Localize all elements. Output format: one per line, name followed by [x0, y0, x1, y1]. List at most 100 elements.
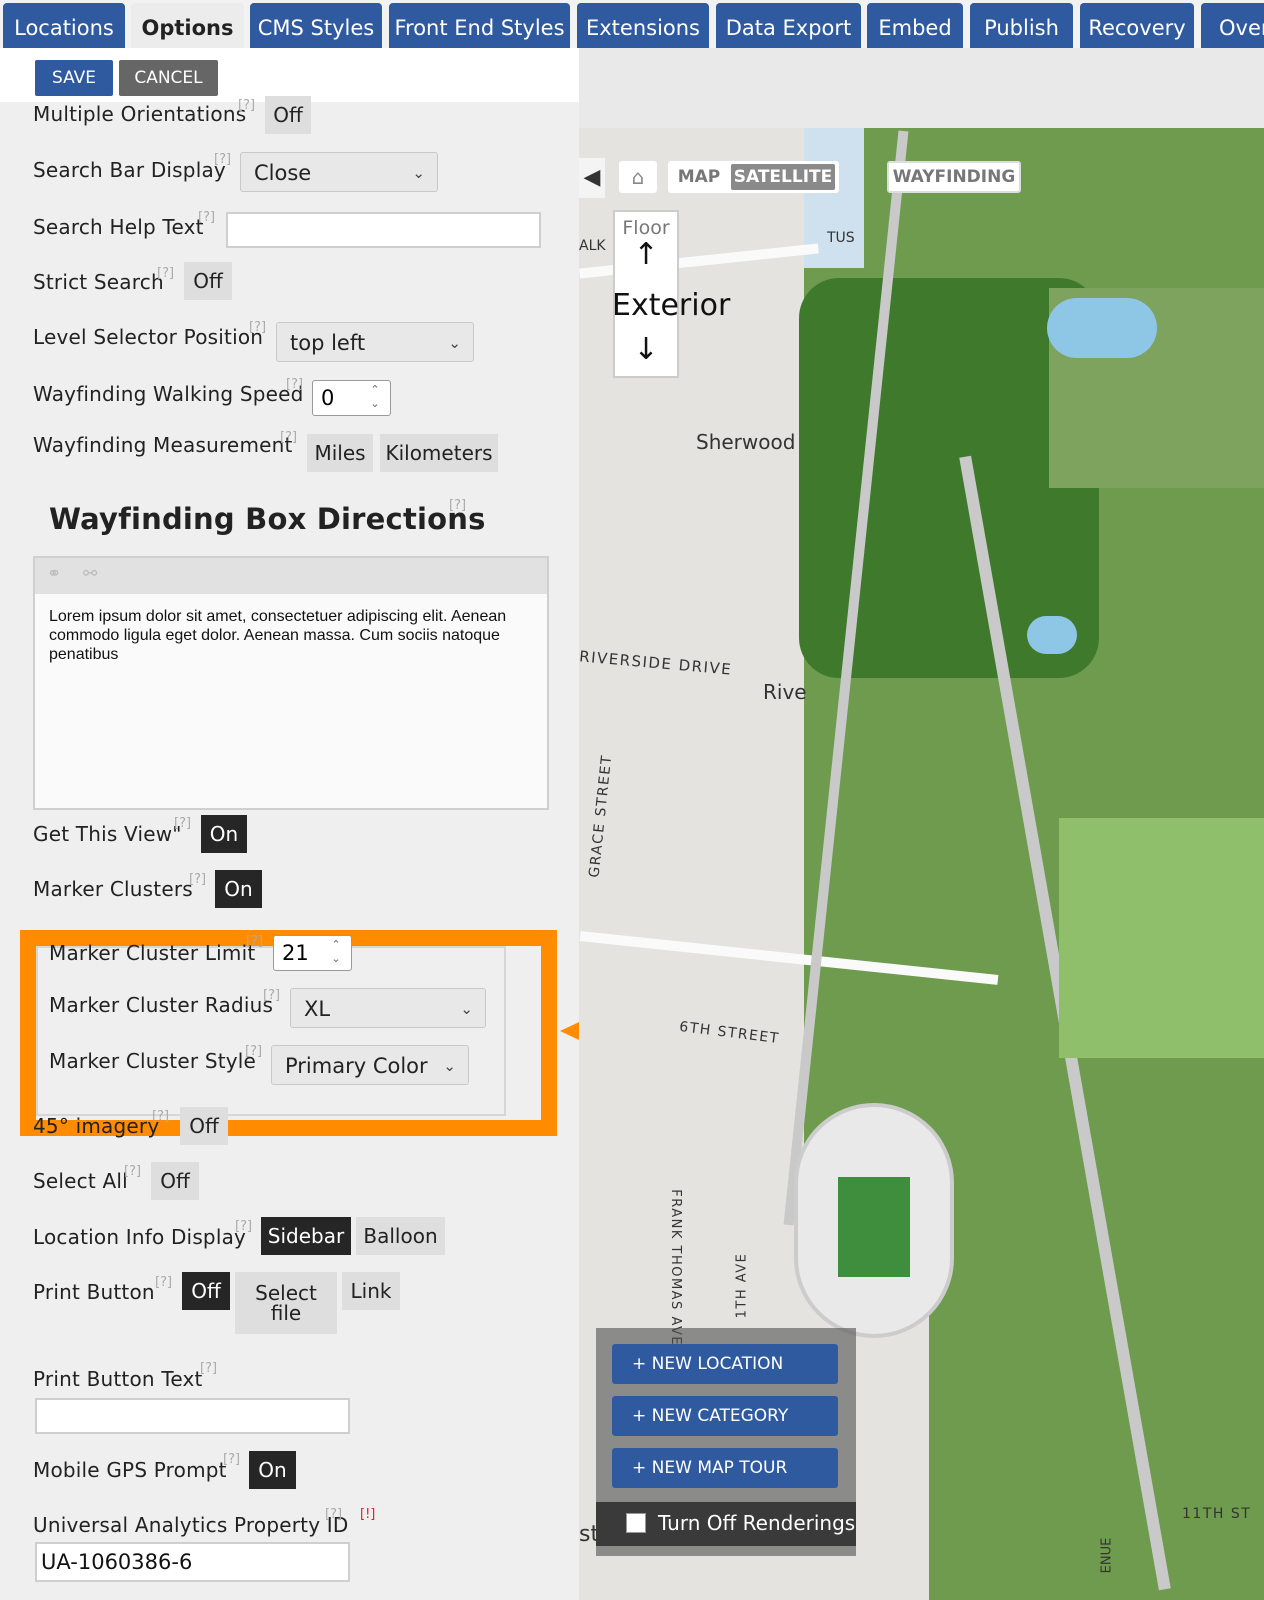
tab-publish[interactable]: Publish	[970, 3, 1073, 48]
save-button[interactable]: SAVE	[35, 60, 113, 96]
help-icon[interactable]: [?]	[174, 816, 191, 831]
multiple-orientations-label: Multiple Orientations	[33, 102, 247, 126]
multiple-orientations-toggle[interactable]: Off	[265, 96, 311, 134]
imagery-45-toggle[interactable]: Off	[180, 1107, 228, 1145]
tab-options[interactable]: Options	[131, 3, 244, 48]
floor-selector: Floor ↑ Exterior ↓	[612, 210, 730, 378]
strict-search-label: Strict Search	[33, 270, 164, 294]
help-icon[interactable]: [?]	[198, 210, 215, 225]
measurement-kilometers-button[interactable]: Kilometers	[380, 434, 498, 472]
box-directions-heading: Wayfinding Box Directions	[49, 502, 486, 536]
analytics-id-label: Universal Analytics Property ID	[33, 1513, 349, 1537]
help-icon[interactable]: [?]	[223, 1452, 240, 1467]
tab-embed[interactable]: Embed	[867, 3, 963, 48]
strict-search-toggle[interactable]: Off	[184, 262, 232, 300]
marker-cluster-limit-input[interactable]: 21 ⌃ ⌄	[273, 935, 352, 971]
tab-cms-styles[interactable]: CMS Styles	[250, 3, 382, 48]
tab-extensions[interactable]: Extensions	[577, 3, 709, 48]
help-icon[interactable]: [?]	[189, 872, 206, 887]
help-icon[interactable]: [?]	[155, 1275, 172, 1290]
renderings-row: Turn Off Renderings	[596, 1502, 856, 1546]
map-label-ave: 1TH AVE	[734, 1252, 750, 1319]
tab-overflow[interactable]: Over	[1201, 3, 1264, 48]
options-panel: SAVE CANCEL Multiple Orientations [?] Of…	[0, 48, 579, 1600]
stepper-icon[interactable]: ⌃ ⌄	[366, 383, 384, 411]
help-icon[interactable]: [?]	[152, 1109, 169, 1124]
chevron-down-icon: ⌄	[412, 164, 425, 182]
marker-cluster-radius-select[interactable]: XL ⌄	[290, 988, 486, 1028]
search-help-text-input[interactable]	[226, 212, 541, 248]
print-off-button[interactable]: Off	[182, 1272, 230, 1310]
tab-front-end-styles[interactable]: Front End Styles	[389, 3, 570, 48]
unlink-icon[interactable]: ⚯	[83, 564, 97, 584]
help-icon[interactable]: [?]	[249, 320, 266, 335]
print-select-file-button[interactable]: Select file	[235, 1272, 337, 1334]
cluster-settings-group	[36, 946, 506, 1116]
search-bar-display-select[interactable]: Close ⌄	[240, 152, 438, 192]
floor-down-icon[interactable]: ↓	[615, 332, 677, 367]
help-icon[interactable]: [?]	[286, 377, 303, 392]
print-button-text-input[interactable]	[35, 1398, 350, 1434]
help-icon[interactable]: [?]	[235, 1219, 252, 1234]
get-this-view-toggle[interactable]: On	[201, 815, 247, 853]
marker-clusters-toggle[interactable]: On	[215, 870, 262, 908]
cancel-button[interactable]: CANCEL	[119, 60, 218, 96]
print-button-label: Print Button	[33, 1280, 155, 1304]
map-lake	[1047, 298, 1157, 358]
location-info-sidebar-button[interactable]: Sidebar	[261, 1217, 351, 1255]
help-icon[interactable]: [?]	[280, 430, 297, 445]
chevron-down-icon: ⌄	[460, 1000, 473, 1018]
help-icon[interactable]: [?]	[214, 152, 231, 167]
search-help-text-label: Search Help Text	[33, 215, 204, 239]
help-icon[interactable]: [?]	[157, 266, 174, 281]
help-icon[interactable]: [?]	[449, 498, 466, 513]
location-info-balloon-button[interactable]: Balloon	[356, 1217, 445, 1255]
new-map-tour-button[interactable]: + NEW MAP TOUR	[612, 1448, 838, 1488]
selected-value: Primary Color	[285, 1054, 428, 1078]
collapse-panel-icon[interactable]: ◀	[579, 158, 605, 198]
new-category-button[interactable]: + NEW CATEGORY	[612, 1396, 838, 1436]
help-icon[interactable]: [?]	[246, 934, 263, 949]
walking-speed-input[interactable]: 0 ⌃ ⌄	[312, 380, 391, 416]
walking-speed-label: Wayfinding Walking Speed	[33, 382, 304, 406]
renderings-checkbox[interactable]	[626, 1513, 646, 1533]
help-icon[interactable]: [?]	[245, 1044, 262, 1059]
marker-cluster-style-select[interactable]: Primary Color ⌄	[271, 1045, 469, 1085]
tab-locations[interactable]: Locations	[3, 3, 125, 48]
save-bar: SAVE CANCEL	[0, 48, 579, 102]
campus-map[interactable]: ◀ ⌂ MAP SATELLITE WAYFINDING Floor ↑ Ext…	[579, 128, 1264, 1600]
help-icon[interactable]: [?]	[263, 988, 280, 1003]
select-all-toggle[interactable]: Off	[151, 1162, 199, 1200]
wayfinding-button[interactable]: WAYFINDING	[887, 161, 1021, 193]
tab-recovery[interactable]: Recovery	[1080, 3, 1194, 48]
measurement-label: Wayfinding Measurement	[33, 433, 293, 457]
imagery-45-label: 45° imagery	[33, 1114, 160, 1138]
help-icon[interactable]: [?]	[124, 1164, 141, 1179]
help-icon[interactable]: [?]	[200, 1361, 217, 1376]
help-icon[interactable]: [?]	[238, 98, 255, 113]
satellite-tab[interactable]: SATELLITE	[731, 164, 835, 190]
chevron-down-icon: ⌄	[443, 1057, 456, 1075]
link-icon[interactable]: ⚭	[47, 564, 61, 584]
stepper-icon[interactable]: ⌃ ⌄	[327, 938, 345, 966]
map-tab[interactable]: MAP	[668, 161, 730, 193]
walking-speed-value: 0	[321, 386, 335, 410]
map-label-eleventh: 11TH ST	[1182, 1506, 1252, 1522]
home-icon[interactable]: ⌂	[619, 161, 657, 193]
map-label-tus: TUS	[827, 230, 855, 246]
tab-data-export[interactable]: Data Export	[716, 3, 861, 48]
map-quad	[1059, 818, 1264, 1058]
map-label-sherwood: Sherwood	[696, 430, 796, 454]
rich-text-editor[interactable]: ⚭ ⚯ Lorem ipsum dolor sit amet, consecte…	[33, 556, 549, 810]
mobile-gps-prompt-toggle[interactable]: On	[249, 1451, 296, 1489]
level-selector-position-select[interactable]: top left ⌄	[276, 322, 474, 362]
measurement-miles-button[interactable]: Miles	[307, 434, 373, 472]
new-location-button[interactable]: + NEW LOCATION	[612, 1344, 838, 1384]
help-icon[interactable]: [?]	[325, 1507, 342, 1522]
floor-up-icon[interactable]: ↑	[615, 239, 677, 271]
analytics-id-input[interactable]: UA-1060386-6	[35, 1542, 350, 1582]
level-selector-position-label: Level Selector Position	[33, 325, 264, 349]
search-bar-display-label: Search Bar Display	[33, 158, 226, 182]
print-link-button[interactable]: Link	[342, 1272, 400, 1310]
editor-content[interactable]: Lorem ipsum dolor sit amet, consectetuer…	[35, 594, 547, 677]
